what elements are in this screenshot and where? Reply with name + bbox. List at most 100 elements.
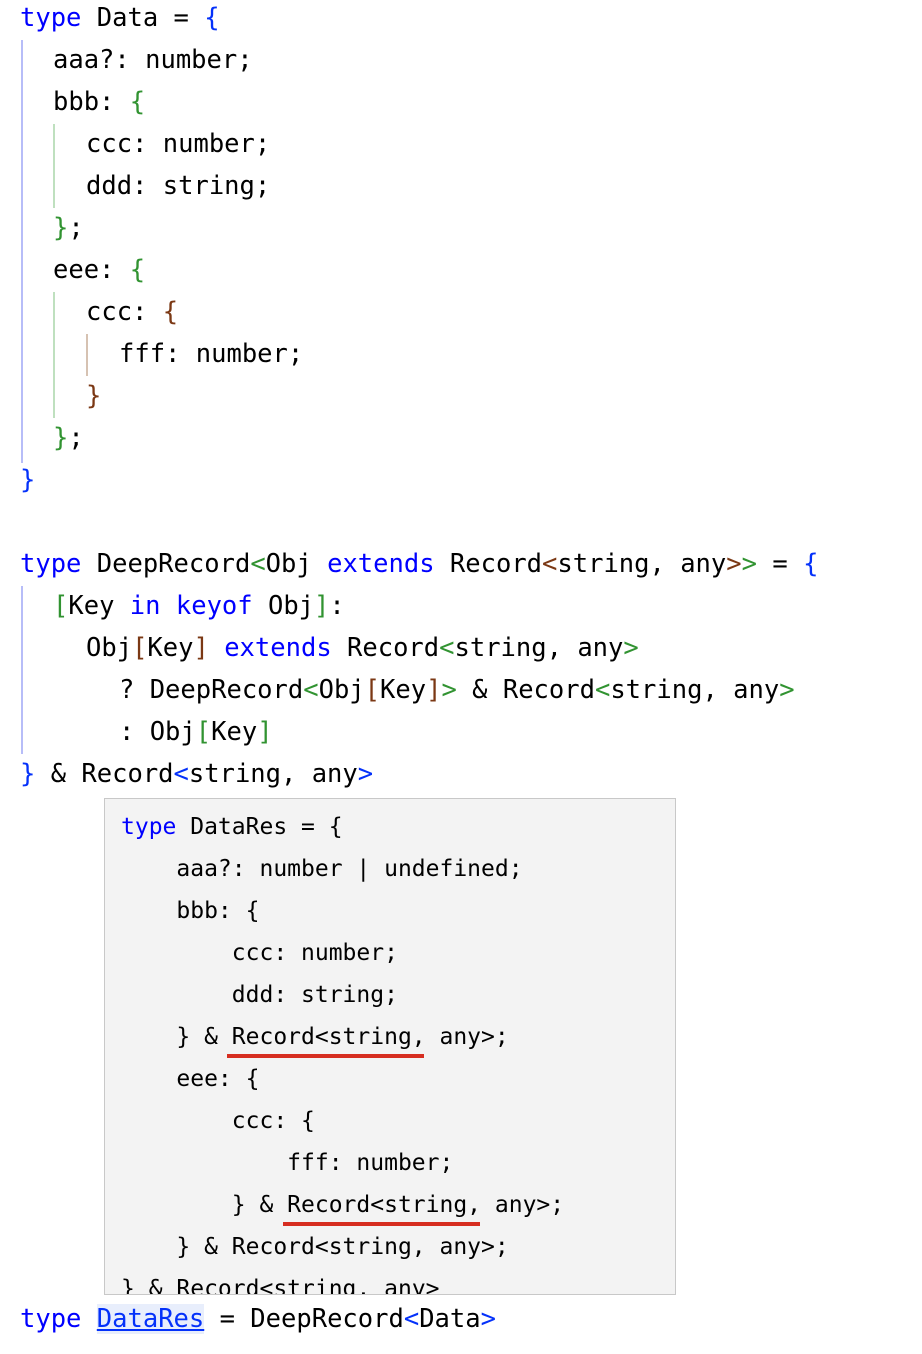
- tooltip-code-line: type DataRes = {: [121, 806, 343, 848]
- indent-guide-level-1: [53, 124, 55, 208]
- bracket-open: <: [250, 549, 266, 579]
- code-line[interactable]: Obj[Key] extends Record<string, any>: [86, 627, 639, 669]
- code-token: ddd: string;: [86, 171, 271, 201]
- code-token: bbb: {: [121, 898, 260, 924]
- bracket-close: >: [623, 633, 639, 663]
- bracket-close: >: [726, 549, 742, 579]
- code-token: Key: [68, 591, 130, 621]
- code-token: ;: [68, 423, 84, 453]
- code-line[interactable]: };: [53, 417, 84, 459]
- bracket-open: {: [162, 297, 179, 327]
- tooltip-code-line: ccc: number;: [121, 932, 398, 974]
- code-token: ccc: number;: [121, 940, 398, 966]
- code-token: } & Record<string, any>;: [121, 1234, 509, 1260]
- tooltip-code-line: bbb: {: [121, 890, 259, 932]
- code-token: DeepRecord: [81, 549, 251, 579]
- bracket-open: <: [403, 1304, 420, 1334]
- keyword-type: type: [121, 814, 177, 840]
- bracket-open: [: [364, 675, 381, 705]
- bracket-close: }: [20, 465, 36, 495]
- code-token: string, any: [188, 759, 358, 789]
- keyword-extends: extends: [224, 633, 332, 663]
- keyword-in: in: [129, 591, 161, 621]
- code-token: Data =: [81, 3, 205, 33]
- bracket-open: [: [53, 591, 69, 621]
- code-line[interactable]: ccc: number;: [86, 123, 270, 165]
- code-line[interactable]: aaa?: number;: [53, 39, 253, 81]
- code-token: Data: [419, 1304, 481, 1334]
- code-token: } & Record<string, any>;: [121, 1192, 565, 1218]
- code-line[interactable]: ddd: string;: [86, 165, 270, 207]
- tooltip-code-line-error: } & Record<string, any>;: [121, 1184, 564, 1226]
- code-token: Obj: [252, 591, 315, 621]
- tooltip-code-line: fff: number;: [121, 1142, 453, 1184]
- code-line[interactable]: };: [53, 207, 84, 249]
- bracket-open: <: [542, 549, 558, 579]
- code-line-hovered[interactable]: type DataRes = DeepRecord<Data>: [20, 1298, 496, 1340]
- code-token: & Record: [35, 759, 174, 789]
- tooltip-code-line: ccc: {: [121, 1100, 315, 1142]
- bracket-open: {: [129, 87, 146, 117]
- keyword-extends: extends: [327, 549, 435, 579]
- code-token: } & Record<string, any>: [121, 1276, 440, 1295]
- type-link-datares[interactable]: DataRes: [96, 1304, 205, 1334]
- code-token: aaa?: number;: [53, 45, 253, 75]
- tooltip-code-line: aaa?: number | undefined;: [121, 848, 522, 890]
- tooltip-code-line: } & Record<string, any>;: [121, 1226, 509, 1268]
- code-token: Record: [434, 549, 543, 579]
- code-token: string, any: [454, 633, 624, 663]
- code-token: eee: {: [121, 1066, 260, 1092]
- tooltip-code-line: ddd: string;: [121, 974, 398, 1016]
- code-token: Key: [147, 633, 194, 663]
- keyword-type: type: [20, 549, 82, 579]
- code-line[interactable]: : Obj[Key]: [119, 711, 273, 753]
- bracket-open: [: [132, 633, 148, 663]
- code-token: ccc: {: [121, 1108, 315, 1134]
- bracket-open: [: [195, 717, 212, 747]
- bracket-close: >: [480, 1304, 496, 1334]
- bracket-open: {: [129, 255, 146, 285]
- code-line[interactable]: type Data = {: [20, 0, 220, 39]
- code-token: ddd: string;: [121, 982, 398, 1008]
- code-token: string, any: [610, 675, 780, 705]
- code-line[interactable]: }: [86, 375, 101, 417]
- bracket-open: <: [173, 759, 189, 789]
- code-line[interactable]: eee: {: [53, 249, 145, 291]
- code-token: ccc:: [86, 297, 163, 327]
- code-line[interactable]: ? DeepRecord<Obj[Key]> & Record<string, …: [119, 669, 795, 711]
- bracket-open: <: [594, 675, 611, 705]
- bracket-open: {: [204, 3, 220, 33]
- indent-guide-level-0: [21, 40, 23, 463]
- code-line[interactable]: [Key in keyof Obj]:: [53, 585, 345, 627]
- code-token: Obj: [86, 633, 133, 663]
- bracket-close: >: [741, 549, 757, 579]
- code-line[interactable]: ccc: {: [86, 291, 178, 333]
- code-line[interactable]: } & Record<string, any>: [20, 753, 373, 795]
- bracket-open: <: [439, 633, 455, 663]
- code-token: fff: number;: [119, 339, 304, 369]
- bracket-close: ]: [257, 717, 273, 747]
- code-token: ? DeepRecord: [119, 675, 304, 705]
- indent-guide-level-2: [86, 334, 88, 376]
- code-token: =: [757, 549, 804, 579]
- code-line[interactable]: fff: number;: [119, 333, 303, 375]
- code-token: Record: [331, 633, 440, 663]
- code-token: = DeepRecord: [204, 1304, 404, 1334]
- tooltip-code-line: eee: {: [121, 1058, 259, 1100]
- bracket-close: ]: [426, 675, 442, 705]
- indent-guide-level-0: [21, 586, 23, 754]
- code-token: DataRes = {: [176, 814, 343, 840]
- keyword-type: type: [20, 1304, 82, 1334]
- bracket-open: <: [303, 675, 319, 705]
- code-token: & Record: [456, 675, 595, 705]
- bracket-close: }: [86, 381, 102, 411]
- code-line[interactable]: bbb: {: [53, 81, 145, 123]
- code-line[interactable]: type DeepRecord<Obj extends Record<strin…: [20, 543, 818, 585]
- hover-tooltip-panel[interactable]: type DataRes = { aaa?: number | undefine…: [104, 798, 676, 1295]
- code-token: Obj: [265, 549, 328, 579]
- code-token: Key: [211, 717, 258, 747]
- code-line[interactable]: }: [20, 459, 35, 501]
